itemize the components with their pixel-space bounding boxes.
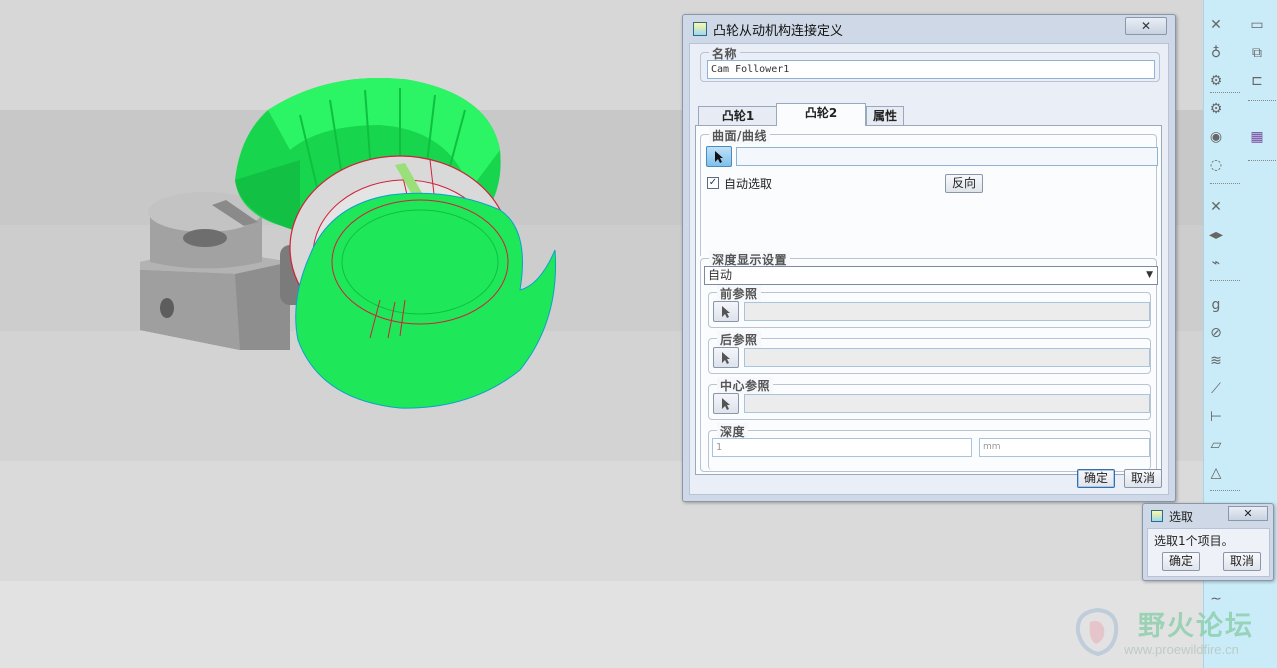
depth-mode-select[interactable]: 自动 ▼ [704, 266, 1158, 285]
arrow-cursor-icon [722, 351, 730, 364]
cam-follower-definition-dialog: 凸轮从动机构连接定义 ✕ 名称 Cam Follower1 凸轮1 凸轮2 属性… [682, 14, 1176, 502]
depth-input[interactable]: 1 [712, 438, 972, 457]
dialog-title-bar[interactable]: 凸轮从动机构连接定义 [687, 17, 1171, 41]
select-dialog-title: 选取 [1169, 509, 1194, 524]
center-reference-label: 中心参照 [717, 377, 774, 394]
ok-button[interactable]: 确定 [1077, 469, 1115, 488]
tab-cam-1[interactable]: 凸轮1 [698, 106, 778, 126]
chevron-down-icon: ▼ [1146, 270, 1153, 280]
front-reference-collector[interactable] [744, 302, 1150, 321]
tab-properties[interactable]: 属性 [866, 106, 904, 126]
layout-icon[interactable]: ⊏ [1246, 70, 1268, 92]
slot-icon[interactable]: ◌ [1205, 154, 1227, 176]
auto-select-label: 自动选取 [724, 177, 773, 191]
tab-panel: 曲面/曲线 ✓ 自动选取 反向 深度显示设置 自动 ▼ 前参照 后参照 中心参照… [695, 125, 1162, 475]
flip-button[interactable]: 反向 [945, 174, 983, 193]
graph-icon[interactable]: ⌁ [1205, 252, 1227, 274]
front-reference-label: 前参照 [717, 285, 761, 302]
center-reference-select-button[interactable] [713, 393, 739, 414]
cam-follower-3d-model[interactable] [120, 60, 570, 420]
gravity-icon[interactable]: ♁ [1205, 42, 1227, 64]
back-reference-label: 后参照 [717, 331, 761, 348]
dialog-title: 凸轮从动机构连接定义 [713, 23, 844, 39]
tab-cam-2[interactable]: 凸轮2 [776, 103, 866, 126]
analysis-icon[interactable]: ▱ [1205, 434, 1227, 456]
mass-property-icon[interactable]: ⊢ [1205, 406, 1227, 428]
depth-unit-field[interactable]: mm [979, 438, 1150, 457]
grid-icon[interactable]: ▦ [1246, 126, 1268, 148]
measure-icon[interactable]: △ [1205, 462, 1227, 484]
select-dialog: 选取 ✕ 选取1个项目。 确定 取消 [1142, 503, 1274, 581]
cancel-button[interactable]: 取消 [1124, 469, 1162, 488]
toolbar-separator [1248, 160, 1277, 161]
cam-icon[interactable]: ◉ [1205, 126, 1227, 148]
arrow-cursor-icon [715, 150, 723, 163]
arrow-cursor-icon [722, 305, 730, 318]
depth-mode-value: 自动 [708, 268, 733, 282]
surface-collector[interactable] [736, 147, 1158, 166]
toolbar-separator [1210, 183, 1240, 184]
close-icon: ✕ [1140, 19, 1152, 33]
force-icon[interactable]: ≋ [1205, 350, 1227, 372]
watermark: 野火论坛 www.proewildfire.cn [1066, 600, 1276, 666]
surface-curve-label: 曲面/曲线 [709, 127, 770, 144]
dialog-body: 名称 Cam Follower1 凸轮1 凸轮2 属性 曲面/曲线 ✓ 自动选取… [689, 43, 1169, 495]
spring-icon[interactable]: g [1205, 294, 1227, 316]
select-cancel-button[interactable]: 取消 [1223, 552, 1261, 571]
arrow-cursor-icon [722, 397, 730, 410]
select-close-button[interactable]: ✕ [1228, 506, 1268, 521]
watermark-text: 野火论坛 [1138, 611, 1254, 642]
toolbar-separator [1248, 100, 1277, 101]
center-reference-collector[interactable] [744, 394, 1150, 413]
select-message: 选取1个项目。 [1154, 534, 1234, 548]
gears-icon[interactable]: ⚙ [1205, 70, 1227, 92]
name-input[interactable]: Cam Follower1 [707, 60, 1155, 79]
toolbar-separator [1210, 280, 1240, 281]
torque-icon[interactable]: ⟋ [1205, 378, 1227, 400]
app-icon [693, 22, 707, 36]
servo-motor-icon[interactable]: ✕ [1205, 14, 1227, 36]
back-reference-collector[interactable] [744, 348, 1150, 367]
surface-select-button[interactable] [706, 146, 732, 167]
damper-icon[interactable]: ⊘ [1205, 322, 1227, 344]
select-dialog-body: 选取1个项目。 确定 取消 [1147, 528, 1270, 577]
toolbar-separator [1210, 490, 1240, 491]
close-icon: ✕ [1243, 507, 1253, 520]
select-ok-button[interactable]: 确定 [1162, 552, 1200, 571]
auto-select-checkbox[interactable]: ✓ [707, 177, 719, 189]
back-reference-select-button[interactable] [713, 347, 739, 368]
drag-icon[interactable]: ◂▸ [1205, 224, 1227, 246]
watermark-url: www.proewildfire.cn [1124, 642, 1239, 657]
app-icon [1151, 510, 1163, 522]
gear-pair-icon[interactable]: ⚙ [1205, 98, 1227, 120]
connection-icon[interactable]: ✕ [1205, 196, 1227, 218]
cam-2 [295, 192, 557, 409]
snapshot-icon[interactable]: ⧉ [1246, 42, 1268, 64]
flame-logo-icon [1075, 607, 1119, 657]
close-button[interactable]: ✕ [1125, 17, 1167, 35]
dialog-icon[interactable]: ▭ [1246, 14, 1268, 36]
front-reference-select-button[interactable] [713, 301, 739, 322]
toolbar-separator [1210, 92, 1240, 93]
